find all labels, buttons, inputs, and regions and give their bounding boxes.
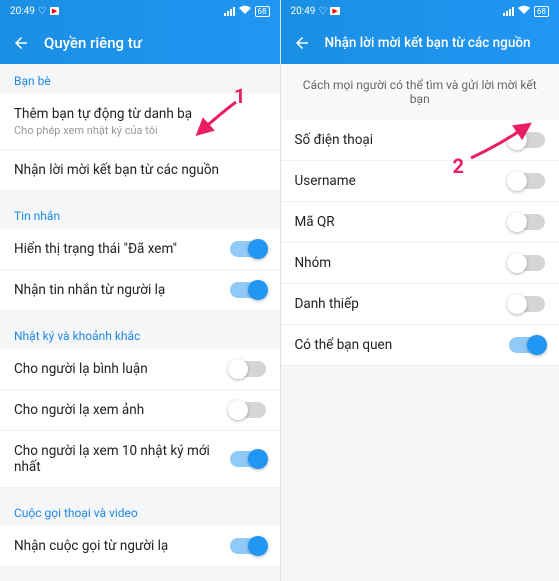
toggle-stranger-photo[interactable] xyxy=(230,402,266,418)
toggle-stranger-comment[interactable] xyxy=(230,361,266,377)
screen-privacy: 20:49 ♡ ▶ 68 Quyền riêng tư Bạn bè Thêm … xyxy=(0,0,280,581)
row-title: Cho người lạ xem 10 nhật ký mới nhất xyxy=(14,443,220,475)
youtube-icon: ▶ xyxy=(50,7,59,15)
status-time: 20:49 xyxy=(291,6,316,17)
wifi-icon xyxy=(518,5,530,17)
page-title: Nhận lời mời kết bạn từ các nguồn xyxy=(325,35,531,51)
heart-icon: ♡ xyxy=(318,6,327,17)
row-friend-invite-sources[interactable]: Nhận lời mời kết bạn từ các nguồn xyxy=(0,150,280,191)
youtube-icon: ▶ xyxy=(330,7,339,15)
row-stranger-call[interactable]: Nhận cuộc gọi từ người lạ xyxy=(0,526,280,567)
hint-text: Cách mọi người có thể tìm và gửi lời mời… xyxy=(281,64,559,120)
back-button[interactable] xyxy=(12,34,30,52)
row-title: Cho người lạ xem ảnh xyxy=(14,402,220,418)
row-show-seen[interactable]: Hiển thị trạng thái "Đã xem" xyxy=(0,229,280,270)
back-button[interactable] xyxy=(293,34,311,52)
row-title: Nhóm xyxy=(295,255,500,271)
row-stranger-photo[interactable]: Cho người lạ xem ảnh xyxy=(0,390,280,431)
row-title: Cho người lạ bình luận xyxy=(14,361,220,377)
toggle-seen[interactable] xyxy=(230,241,266,257)
content-left: Bạn bè Thêm bạn tự động từ danh bạ Cho p… xyxy=(0,64,280,581)
arrow-1-icon xyxy=(192,98,240,138)
section-messages-label: Tin nhắn xyxy=(0,199,280,229)
section-profile-label: Thông tin cá nhân xyxy=(0,575,280,581)
toggle-qr[interactable] xyxy=(509,214,545,230)
toggle-stranger-msg[interactable] xyxy=(230,282,266,298)
heart-icon: ♡ xyxy=(38,6,47,17)
section-timeline-label: Nhật ký và khoảnh khắc xyxy=(0,319,280,349)
statusbar: 20:49 ♡ ▶ 68 xyxy=(281,0,559,22)
signal-icon xyxy=(224,7,235,16)
row-title: Nhận cuộc gọi từ người lạ xyxy=(14,538,220,554)
row-title: Username xyxy=(295,173,500,189)
row-title: Hiển thị trạng thái "Đã xem" xyxy=(14,241,220,257)
header: Quyền riêng tư xyxy=(0,22,280,64)
screen-invite-sources: 20:49 ♡ ▶ 68 Nhận lời mời kết bạn từ các… xyxy=(280,0,559,581)
battery-icon: 68 xyxy=(255,6,270,17)
status-time: 20:49 xyxy=(10,6,35,17)
callout-2: 2 xyxy=(453,154,464,178)
row-stranger-comment[interactable]: Cho người lạ bình luận xyxy=(0,349,280,390)
arrow-2-icon xyxy=(467,120,533,162)
toggle-maybe-know[interactable] xyxy=(509,337,545,353)
signal-icon xyxy=(503,7,514,16)
toggle-stranger-recent[interactable] xyxy=(230,451,266,467)
toggle-card[interactable] xyxy=(509,296,545,312)
row-title: Nhận lời mời kết bạn từ các nguồn xyxy=(14,162,266,178)
wifi-icon xyxy=(239,5,251,17)
row-title: Nhận tin nhắn từ người lạ xyxy=(14,282,220,298)
row-card[interactable]: Danh thiếp xyxy=(281,284,559,325)
row-group[interactable]: Nhóm xyxy=(281,243,559,284)
battery-icon: 68 xyxy=(534,6,549,17)
toggle-stranger-call[interactable] xyxy=(230,538,266,554)
callout-1: 1 xyxy=(234,84,245,108)
toggle-group[interactable] xyxy=(509,255,545,271)
row-username[interactable]: Username xyxy=(281,161,559,202)
toggle-username[interactable] xyxy=(509,173,545,189)
row-stranger-messages[interactable]: Nhận tin nhắn từ người lạ xyxy=(0,270,280,311)
page-title: Quyền riêng tư xyxy=(44,34,142,52)
row-stranger-recent[interactable]: Cho người lạ xem 10 nhật ký mới nhất xyxy=(0,431,280,488)
header: Nhận lời mời kết bạn từ các nguồn xyxy=(281,22,559,64)
row-title: Mã QR xyxy=(295,214,500,230)
statusbar: 20:49 ♡ ▶ 68 xyxy=(0,0,280,22)
row-maybe-know[interactable]: Có thể bạn quen xyxy=(281,325,559,366)
row-qr[interactable]: Mã QR xyxy=(281,202,559,243)
row-title: Có thể bạn quen xyxy=(295,337,500,353)
section-call-label: Cuộc gọi thoại và video xyxy=(0,496,280,526)
row-title: Danh thiếp xyxy=(295,296,500,312)
